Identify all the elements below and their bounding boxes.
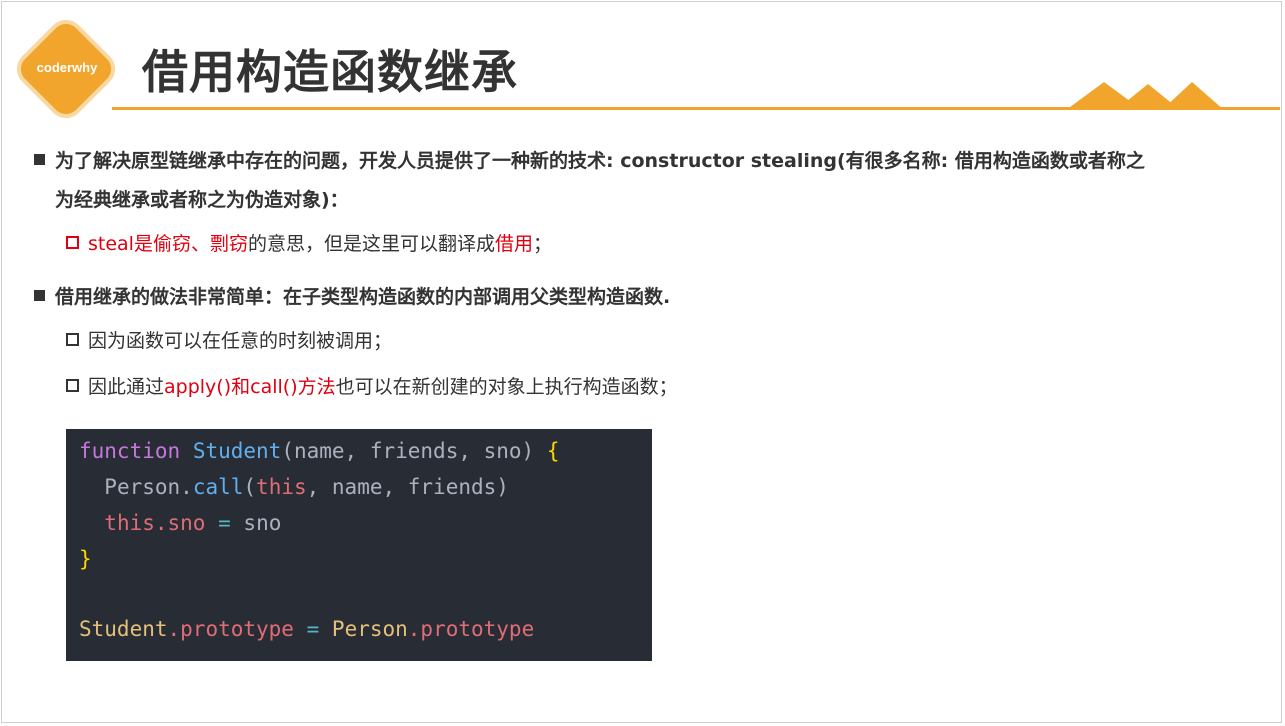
sub-bullet-steal: steal是偷窃、剽窃的意思，但是这里可以翻译成借用； — [66, 229, 552, 259]
hollow-square-icon — [66, 379, 79, 392]
bullet-1: 为了解决原型链继承中存在的问题，开发人员提供了一种新的技术: construct… — [34, 142, 1254, 180]
bullet-1-cont: 为经典继承或者称之为伪造对象)： — [55, 189, 349, 211]
code-function-name: Student — [192, 439, 282, 463]
code-object: Student — [79, 617, 168, 641]
code-block: function Student(name, friends, sno) { P… — [66, 429, 652, 661]
code-close-brace: } — [79, 547, 92, 571]
code-operator: = — [218, 511, 231, 535]
bullet-1-line1: 为了解决原型链继承中存在的问题，开发人员提供了一种新的技术: construct… — [55, 150, 1145, 172]
bullet-2-text: 借用继承的做法非常简单：在子类型构造函数的内部调用父类型构造函数. — [55, 286, 671, 308]
mountain-decoration — [1066, 82, 1224, 110]
square-bullet-icon — [34, 154, 45, 165]
code-this: this — [104, 511, 155, 535]
code-line-6: Student.prototype = Person.prototype — [79, 617, 534, 641]
code-line-1: function Student(name, friends, sno) { — [79, 439, 560, 463]
steal-mid-text: 的意思，但是这里可以翻译成 — [247, 233, 495, 255]
page-title: 借用构造函数继承 — [142, 45, 518, 99]
apply-pre-text: 因此通过 — [88, 376, 165, 398]
code-method: call — [192, 475, 244, 499]
sub-bullet-apply-call: 因此通过apply()和call()方法也可以在新创建的对象上执行构造函数； — [66, 372, 678, 402]
borrow-red-text: 借用 — [494, 233, 533, 255]
code-keyword: function — [79, 439, 181, 463]
square-bullet-icon — [34, 290, 45, 301]
code-line-2: Person.call(this, name, friends) — [79, 475, 509, 499]
logo-text: coderwhy — [36, 60, 98, 75]
code-params: (name, friends, sno) — [281, 439, 535, 463]
sub-bullet-any-time-text: 因为函数可以在任意的时刻被调用； — [88, 330, 393, 352]
code-operator: = — [306, 617, 320, 641]
code-brace: { — [546, 439, 560, 463]
code-value: sno — [243, 511, 282, 535]
sub-bullet-any-time: 因为函数可以在任意的时刻被调用； — [66, 326, 392, 356]
steal-red-text: steal是偷窃、剽窃 — [88, 233, 248, 255]
code-property: .prototype — [407, 617, 535, 641]
hollow-square-icon — [66, 236, 79, 249]
code-line-3: this.sno = sno — [79, 511, 281, 535]
code-object: Person — [331, 617, 408, 641]
code-dot: . — [180, 475, 193, 499]
code-line-4: } — [79, 547, 92, 571]
code-property: .prototype — [167, 617, 294, 641]
steal-end-text: ； — [533, 233, 553, 255]
code-object: Person — [104, 475, 181, 499]
code-args: , name, friends) — [306, 475, 509, 499]
apply-post-text: 也可以在新创建的对象上执行构造函数； — [335, 376, 678, 398]
bullet-2: 借用继承的做法非常简单：在子类型构造函数的内部调用父类型构造函数. — [34, 278, 670, 316]
code-this: this — [256, 475, 307, 499]
code-open-paren: ( — [243, 475, 257, 499]
apply-call-red-text: apply()和call()方法 — [164, 376, 336, 398]
hollow-square-icon — [66, 333, 79, 346]
code-property: .sno — [154, 511, 206, 535]
